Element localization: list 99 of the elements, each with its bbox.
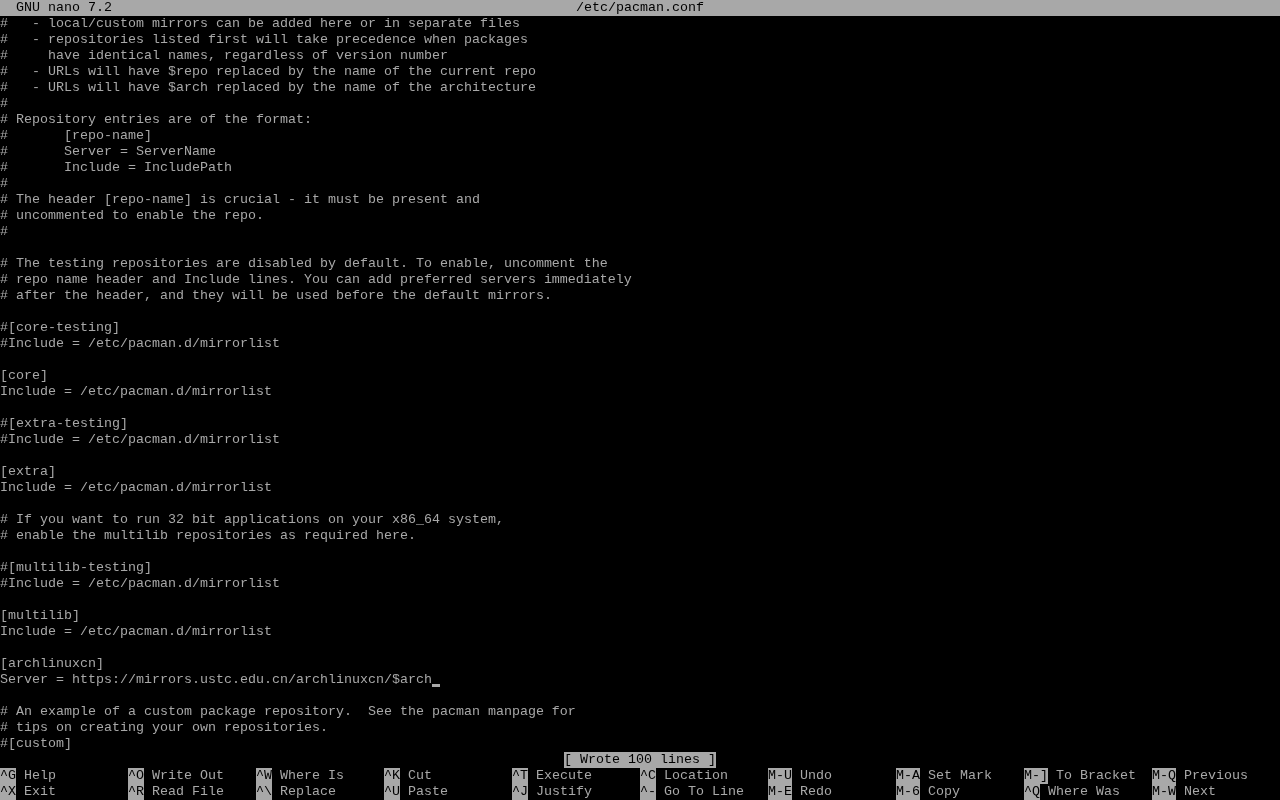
shortcut-key: M-W	[1152, 784, 1176, 800]
shortcut-item[interactable]: ^T Execute	[512, 768, 640, 784]
shortcut-item[interactable]: ^Q Where Was	[1024, 784, 1152, 800]
shortcut-label: Location	[664, 768, 728, 784]
code-line: #[extra-testing]	[0, 416, 128, 432]
shortcut-key: ^Q	[1024, 784, 1040, 800]
shortcut-key: ^W	[256, 768, 272, 784]
shortcut-item[interactable]: M-6 Copy	[896, 784, 1024, 800]
shortcut-item[interactable]: ^O Write Out	[128, 768, 256, 784]
shortcut-item[interactable]: M-A Set Mark	[896, 768, 1024, 784]
code-line: # uncommented to enable the repo.	[0, 208, 264, 224]
shortcut-item[interactable]: M-Q Previous	[1152, 768, 1280, 784]
code-line: # Repository entries are of the format:	[0, 112, 312, 128]
shortcut-item[interactable]: ^X Exit	[0, 784, 128, 800]
shortcut-key: ^T	[512, 768, 528, 784]
shortcut-key: M-E	[768, 784, 792, 800]
shortcut-label: Redo	[800, 784, 832, 800]
shortcut-key: ^-	[640, 784, 656, 800]
code-line: # after the header, and they will be used before the default mirrors.	[0, 288, 552, 304]
shortcut-label: Help	[24, 768, 56, 784]
shortcut-key: ^U	[384, 784, 400, 800]
shortcut-key: M-]	[1024, 768, 1048, 784]
shortcut-key: ^\	[256, 784, 272, 800]
shortcut-item[interactable]: ^\ Replace	[256, 784, 384, 800]
code-line: # - local/custom mirrors can be added here or in separate files	[0, 16, 520, 32]
shortcut-item[interactable]: ^C Location	[640, 768, 768, 784]
code-line: #[custom]	[0, 736, 72, 752]
shortcut-item[interactable]: ^G Help	[0, 768, 128, 784]
code-line: # [repo-name]	[0, 128, 152, 144]
code-line: [archlinuxcn]	[0, 656, 104, 672]
shortcut-key: ^J	[512, 784, 528, 800]
shortcut-key: M-Q	[1152, 768, 1176, 784]
shortcut-key: ^G	[0, 768, 16, 784]
shortcut-label: Execute	[536, 768, 592, 784]
shortcut-key: ^X	[0, 784, 16, 800]
shortcut-item[interactable]: M-E Redo	[768, 784, 896, 800]
shortcut-key: M-U	[768, 768, 792, 784]
shortcut-label: Next	[1184, 784, 1216, 800]
code-line: # Include = IncludePath	[0, 160, 232, 176]
shortcut-label: To Bracket	[1056, 768, 1136, 784]
code-line: # tips on creating your own repositories.	[0, 720, 328, 736]
code-line: [core]	[0, 368, 48, 384]
shortcut-item[interactable]: ^J Justify	[512, 784, 640, 800]
shortcut-key: M-6	[896, 784, 920, 800]
shortcut-label: Replace	[280, 784, 336, 800]
shortcut-label: Cut	[408, 768, 432, 784]
code-line: #Include = /etc/pacman.d/mirrorlist	[0, 576, 280, 592]
shortcut-item[interactable]: M-] To Bracket	[1024, 768, 1152, 784]
file-name: /etc/pacman.conf	[576, 0, 704, 16]
shortcut-label: Undo	[800, 768, 832, 784]
shortcut-label: Paste	[408, 784, 448, 800]
shortcut-item[interactable]: M-U Undo	[768, 768, 896, 784]
shortcut-label: Read File	[152, 784, 224, 800]
code-line: # have identical names, regardless of version number	[0, 48, 448, 64]
code-line: # repo name header and Include lines. You can add preferred servers immediately	[0, 272, 632, 288]
code-line: #	[0, 224, 8, 240]
code-line: # The header [repo-name] is crucial - it must be present and	[0, 192, 480, 208]
code-line: #	[0, 176, 8, 192]
app-version: GNU nano 7.2	[16, 0, 112, 16]
shortcut-label: Copy	[928, 784, 960, 800]
shortcut-label: Set Mark	[928, 768, 992, 784]
shortcut-label: Justify	[536, 784, 592, 800]
shortcut-label: Previous	[1184, 768, 1248, 784]
shortcut-item[interactable]: ^- Go To Line	[640, 784, 768, 800]
code-line: Server = https://mirrors.ustc.edu.cn/archlinuxcn/$arch	[0, 672, 432, 688]
shortcut-label: Go To Line	[664, 784, 744, 800]
code-line: Include = /etc/pacman.d/mirrorlist	[0, 384, 272, 400]
shortcut-label: Where Was	[1048, 784, 1120, 800]
shortcut-label: Write Out	[152, 768, 224, 784]
shortcut-item[interactable]: ^W Where Is	[256, 768, 384, 784]
code-line: # - URLs will have $arch replaced by the name of the architecture	[0, 80, 536, 96]
code-line: # - repositories listed first will take precedence when packages	[0, 32, 528, 48]
shortcut-key: ^R	[128, 784, 144, 800]
code-line: # The testing repositories are disabled by default. To enable, uncomment the	[0, 256, 608, 272]
shortcut-label: Exit	[24, 784, 56, 800]
code-line: # enable the multilib repositories as required here.	[0, 528, 416, 544]
shortcut-item[interactable]: ^K Cut	[384, 768, 512, 784]
code-line: # An example of a custom package repository. See the pacman manpage for	[0, 704, 576, 720]
shortcut-key: ^C	[640, 768, 656, 784]
shortcut-label: Where Is	[280, 768, 344, 784]
code-line: #[core-testing]	[0, 320, 120, 336]
status-message: [ Wrote 100 lines ]	[564, 752, 716, 768]
code-line: #	[0, 96, 8, 112]
code-line: # If you want to run 32 bit applications on your x86_64 system,	[0, 512, 504, 528]
shortcut-key: M-A	[896, 768, 920, 784]
shortcut-key: ^O	[128, 768, 144, 784]
code-line: # - URLs will have $repo replaced by the name of the current repo	[0, 64, 536, 80]
shortcut-key: ^K	[384, 768, 400, 784]
code-line: #[multilib-testing]	[0, 560, 152, 576]
shortcut-item[interactable]: ^R Read File	[128, 784, 256, 800]
code-line: # Server = ServerName	[0, 144, 216, 160]
code-line: Include = /etc/pacman.d/mirrorlist	[0, 480, 272, 496]
code-line: Include = /etc/pacman.d/mirrorlist	[0, 624, 272, 640]
code-line: [multilib]	[0, 608, 80, 624]
code-line: [extra]	[0, 464, 56, 480]
code-line: #Include = /etc/pacman.d/mirrorlist	[0, 432, 280, 448]
code-line: #Include = /etc/pacman.d/mirrorlist	[0, 336, 280, 352]
shortcut-item[interactable]: M-W Next	[1152, 784, 1280, 800]
shortcut-item[interactable]: ^U Paste	[384, 784, 512, 800]
